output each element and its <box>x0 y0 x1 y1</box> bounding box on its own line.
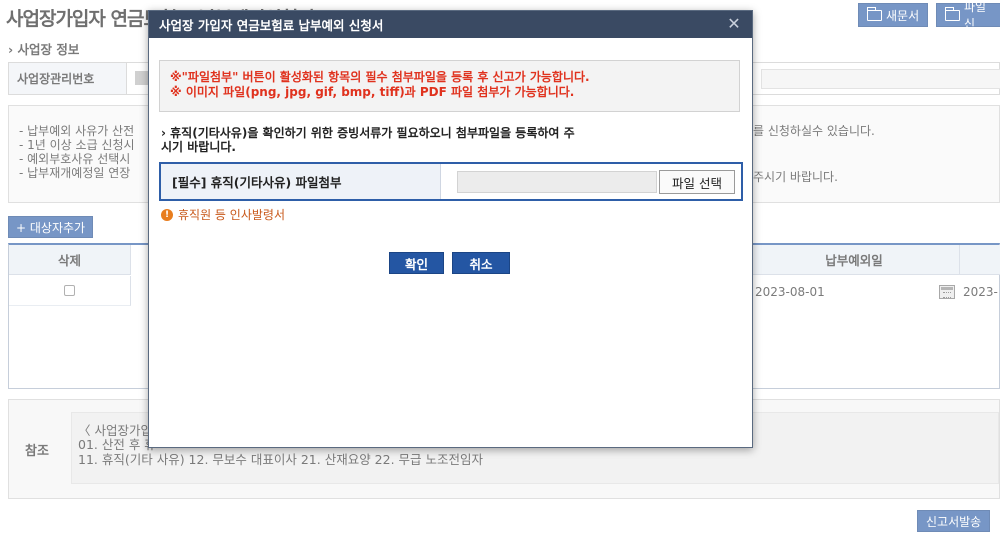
hint: ! 휴직원 등 인사발령서 <box>161 206 285 223</box>
info-icon: ! <box>161 208 173 221</box>
cancel-button[interactable]: 취소 <box>452 252 510 274</box>
warning-line: ※"파일첨부" 버튼이 활성화된 항목의 필수 첨부파일을 등록 후 신고가 가… <box>170 70 590 84</box>
file-path-field[interactable] <box>457 171 657 193</box>
warning-line: ※ 이미지 파일(png, jpg, gif, bmp, tiff)과 PDF … <box>170 85 575 99</box>
modal-title: 사업장 가입자 연금보험료 납부예외 신청서 <box>149 11 752 38</box>
confirm-button[interactable]: 확인 <box>389 252 444 274</box>
upload-label: [필수] 휴직(기타사유) 파일첨부 <box>161 164 441 199</box>
hint-text: 휴직원 등 인사발령서 <box>178 208 285 222</box>
instruction-text: › 휴직(기타사유)을 확인하기 위한 증빙서류가 필요하오니 첨부파일을 등록… <box>161 126 575 154</box>
file-select-button[interactable]: 파일 선택 <box>659 170 735 194</box>
close-icon[interactable]: ✕ <box>726 16 742 32</box>
upload-row: [필수] 휴직(기타사유) 파일첨부 파일 선택 <box>159 162 743 201</box>
attachment-modal: 사업장 가입자 연금보험료 납부예외 신청서 ✕ ※"파일첨부" 버튼이 활성화… <box>148 10 753 448</box>
warning-box: ※"파일첨부" 버튼이 활성화된 항목의 필수 첨부파일을 등록 후 신고가 가… <box>159 60 740 112</box>
